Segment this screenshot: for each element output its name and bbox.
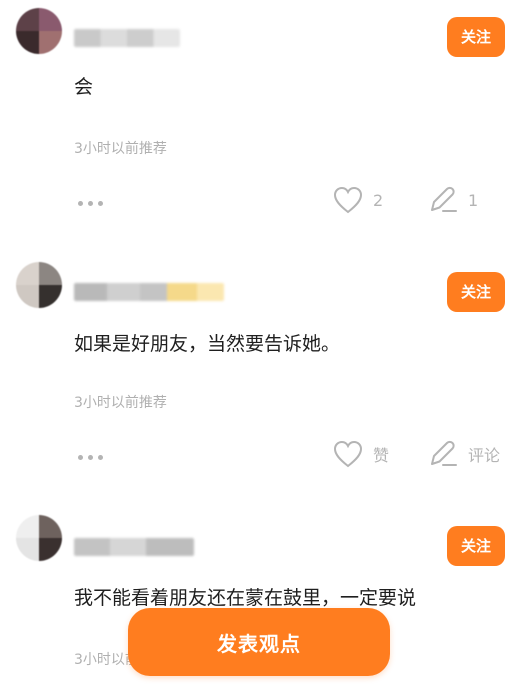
comment-button[interactable]: 1 bbox=[428, 186, 478, 214]
comment-text: 如果是好朋友，当然要告诉她。 bbox=[74, 333, 341, 355]
pencil-icon bbox=[431, 186, 457, 212]
avatar[interactable] bbox=[16, 262, 62, 308]
more-options-icon[interactable] bbox=[78, 201, 103, 206]
comment-button[interactable]: 评论 bbox=[428, 440, 500, 468]
publish-opinion-button[interactable]: 发表观点 bbox=[128, 608, 390, 676]
follow-button[interactable]: 关注 bbox=[447, 526, 505, 566]
comment-label: 评论 bbox=[468, 446, 501, 465]
username-blurred[interactable] bbox=[74, 283, 224, 301]
follow-button[interactable]: 关注 bbox=[447, 272, 505, 312]
heart-icon bbox=[333, 440, 363, 468]
pencil-icon bbox=[431, 440, 457, 466]
follow-button[interactable]: 关注 bbox=[447, 17, 505, 57]
avatar[interactable] bbox=[16, 515, 62, 561]
comment-item: 关注 如果是好朋友，当然要告诉她。 3小时以前推荐 赞 评论 bbox=[0, 245, 523, 501]
comment-text: 会 bbox=[74, 76, 94, 98]
comment-text: 我不能看着朋友还在蒙在鼓里，一定要说 bbox=[74, 587, 417, 609]
timestamp: 3小时以前推荐 bbox=[74, 395, 167, 411]
more-options-icon[interactable] bbox=[78, 455, 103, 460]
heart-icon bbox=[333, 186, 363, 214]
username-blurred[interactable] bbox=[74, 29, 180, 47]
like-count: 2 bbox=[373, 190, 384, 210]
avatar[interactable] bbox=[16, 8, 62, 54]
like-button[interactable]: 2 bbox=[333, 186, 383, 214]
username-blurred[interactable] bbox=[74, 538, 194, 556]
comment-item: 关注 会 3小时以前推荐 2 1 bbox=[0, 0, 523, 245]
comment-count: 1 bbox=[468, 190, 479, 210]
like-label: 赞 bbox=[373, 446, 390, 465]
like-button[interactable]: 赞 bbox=[333, 440, 389, 468]
timestamp: 3小时以前推荐 bbox=[74, 141, 167, 157]
